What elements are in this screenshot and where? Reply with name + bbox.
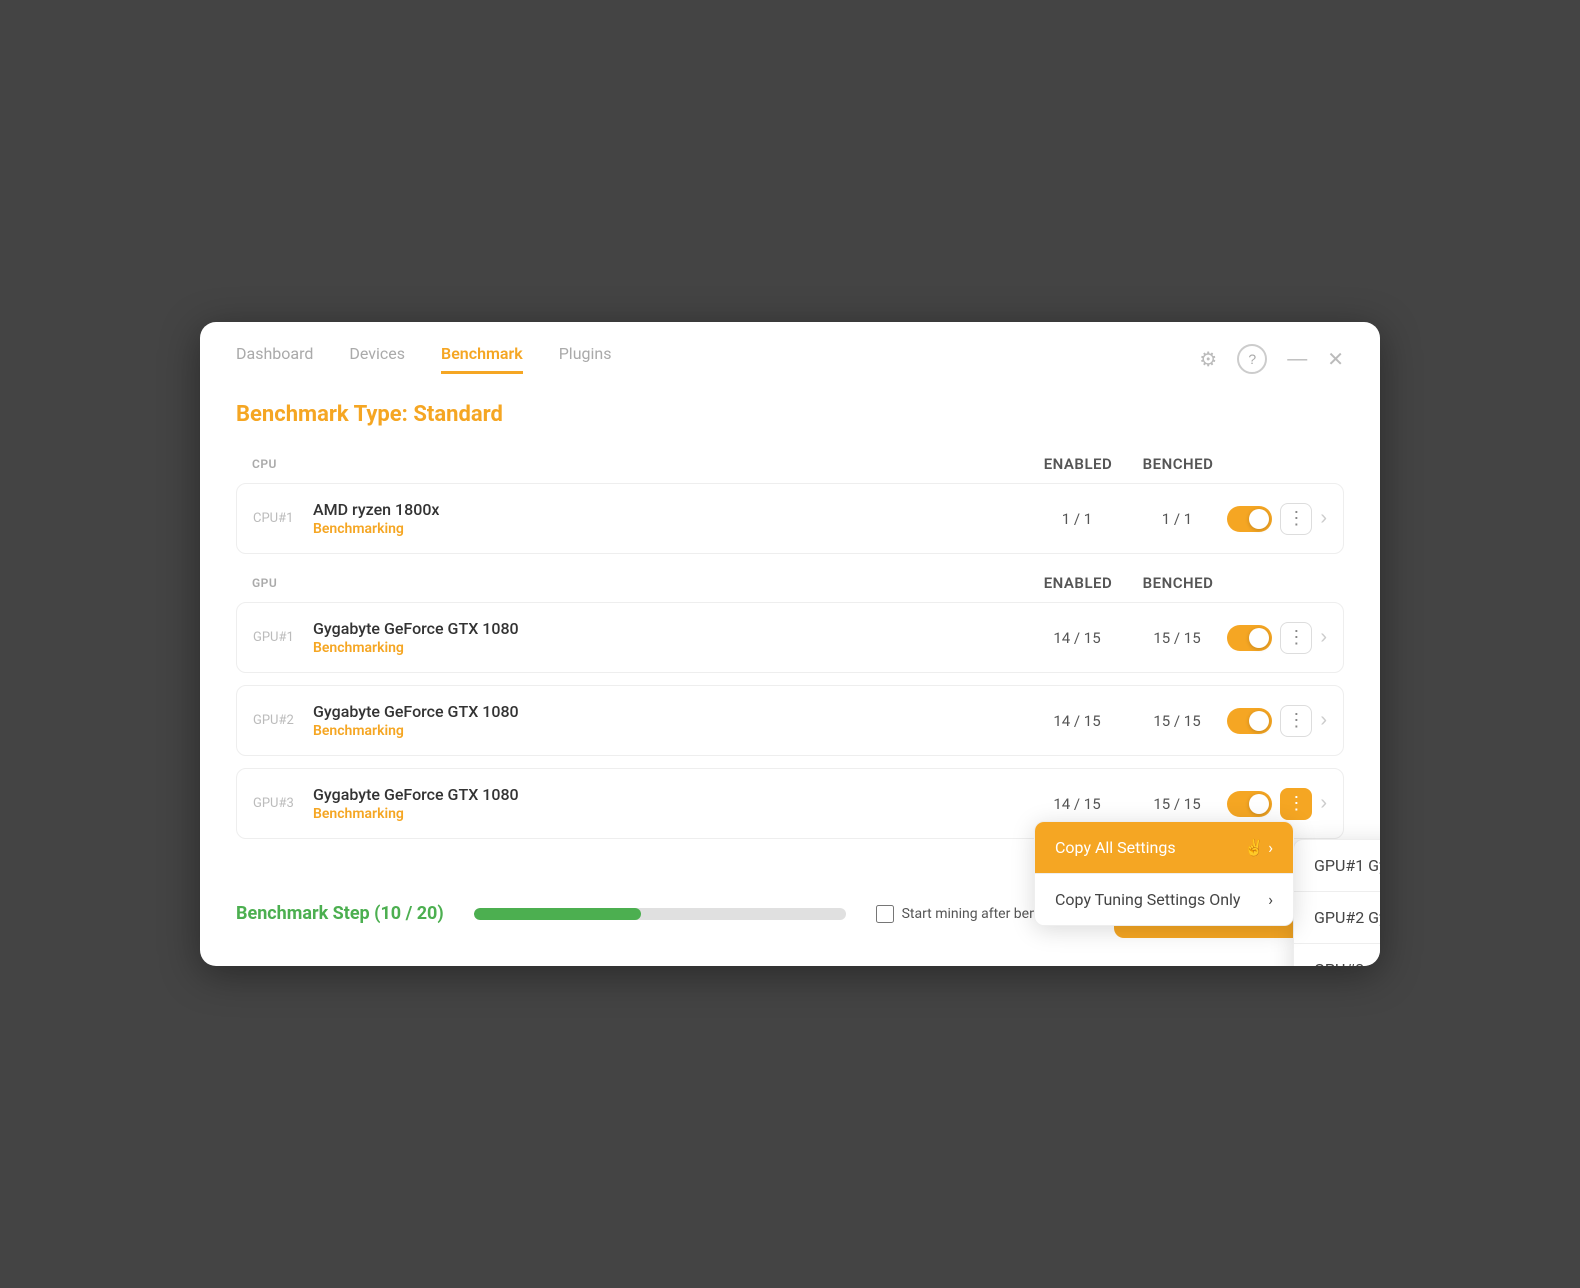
nav-tabs: Dashboard Devices Benchmark Plugins bbox=[236, 344, 611, 374]
gpu-dots-btn-2[interactable]: ⋮ bbox=[1280, 705, 1312, 737]
main-content: Benchmark Type: Standard CPU ENABLED BEN… bbox=[200, 374, 1380, 879]
cpu-benched-header: BENCHED bbox=[1128, 455, 1228, 473]
cpu-label: CPU bbox=[252, 457, 1028, 471]
header-actions: ⚙ ? — ✕ bbox=[1199, 344, 1344, 374]
gpu-status-3: Benchmarking bbox=[313, 806, 1027, 822]
copy-tuning-btn[interactable]: Copy Tuning Settings Only › bbox=[1035, 874, 1293, 925]
gpu-name-2: Gygabyte GeForce GTX 1080 bbox=[313, 702, 1027, 721]
context-item-gpu3[interactable]: GPU#3 Gygabyte GeForce ... bbox=[1294, 944, 1380, 966]
cpu-card-1: CPU#1 AMD ryzen 1800x Benchmarking 1 / 1… bbox=[236, 483, 1344, 554]
gpu-toggle-3[interactable] bbox=[1227, 791, 1272, 817]
gpu-section: GPU ENABLED BENCHED GPU#1 Gygabyte GeFor… bbox=[236, 574, 1344, 839]
gpu-status-2: Benchmarking bbox=[313, 723, 1027, 739]
gpu-section-header: GPU ENABLED BENCHED bbox=[236, 574, 1344, 592]
copy-tuning-label: Copy Tuning Settings Only bbox=[1055, 890, 1241, 909]
gpu-actions-3: ⋮ › bbox=[1227, 788, 1327, 820]
copy-tuning-chevron: › bbox=[1268, 890, 1273, 909]
minimize-button[interactable]: — bbox=[1287, 348, 1307, 371]
main-window: Dashboard Devices Benchmark Plugins ⚙ ? … bbox=[200, 322, 1380, 966]
gpu-name-3: Gygabyte GeForce GTX 1080 bbox=[313, 785, 1027, 804]
cpu-toggle-1[interactable] bbox=[1227, 506, 1272, 532]
gpu-enabled-2: 14 / 15 bbox=[1027, 712, 1127, 730]
gpu-actions-2: ⋮ › bbox=[1227, 705, 1327, 737]
gpu-benched-3: 15 / 15 bbox=[1127, 795, 1227, 813]
gpu-card-3: GPU#3 Gygabyte GeForce GTX 1080 Benchmar… bbox=[236, 768, 1344, 839]
cpu-info-1: AMD ryzen 1800x Benchmarking bbox=[313, 500, 1027, 537]
gpu-id-1: GPU#1 bbox=[253, 630, 313, 645]
progress-bar bbox=[474, 908, 846, 920]
gpu-name-1: Gygabyte GeForce GTX 1080 bbox=[313, 619, 1027, 638]
gpu-enabled-header: ENABLED bbox=[1028, 574, 1128, 592]
cpu-name-1: AMD ryzen 1800x bbox=[313, 500, 1027, 519]
tab-plugins[interactable]: Plugins bbox=[559, 344, 612, 374]
gpu-enabled-1: 14 / 15 bbox=[1027, 629, 1127, 647]
gpu-id-3: GPU#3 bbox=[253, 796, 313, 811]
cpu-status-1: Benchmarking bbox=[313, 521, 1027, 537]
gpu-id-2: GPU#2 bbox=[253, 713, 313, 728]
cpu-section-header: CPU ENABLED BENCHED bbox=[236, 455, 1344, 473]
tab-devices[interactable]: Devices bbox=[349, 344, 405, 374]
copy-all-settings-btn[interactable]: Copy All Settings ✌ › bbox=[1035, 822, 1293, 873]
start-mining-checkbox[interactable] bbox=[876, 905, 894, 923]
tab-dashboard[interactable]: Dashboard bbox=[236, 344, 313, 374]
gpu-chevron-btn-2[interactable]: › bbox=[1320, 709, 1327, 732]
copy-all-icons: ✌ › bbox=[1244, 838, 1273, 857]
context-item-gpu2[interactable]: GPU#2 Gygabyte GeForce ... bbox=[1294, 892, 1380, 943]
gpu-actions-1: ⋮ › bbox=[1227, 622, 1327, 654]
copy-all-label: Copy All Settings bbox=[1055, 838, 1176, 857]
help-button[interactable]: ? bbox=[1237, 344, 1267, 374]
cpu-dots-btn-1[interactable]: ⋮ bbox=[1280, 503, 1312, 535]
gpu-enabled-3: 14 / 15 bbox=[1027, 795, 1127, 813]
cpu-benched-1: 1 / 1 bbox=[1127, 510, 1227, 528]
cpu-actions-1: ⋮ › bbox=[1227, 503, 1327, 535]
gpu-benched-header: BENCHED bbox=[1128, 574, 1228, 592]
gpu-info-3: Gygabyte GeForce GTX 1080 Benchmarking bbox=[313, 785, 1027, 822]
gpu-benched-1: 15 / 15 bbox=[1127, 629, 1227, 647]
cpu-id-1: CPU#1 bbox=[253, 511, 313, 526]
gpu-card-2: GPU#2 Gygabyte GeForce GTX 1080 Benchmar… bbox=[236, 685, 1344, 756]
progress-bar-fill bbox=[474, 908, 641, 920]
benchmark-type-label: Benchmark Type: Standard bbox=[236, 402, 1344, 427]
gpu-label: GPU bbox=[252, 576, 1028, 590]
gpu-toggle-1[interactable] bbox=[1227, 625, 1272, 651]
header: Dashboard Devices Benchmark Plugins ⚙ ? … bbox=[200, 322, 1380, 374]
copy-submenu: Copy All Settings ✌ › Copy Tuning Settin… bbox=[1034, 821, 1294, 926]
gpu-dots-btn-1[interactable]: ⋮ bbox=[1280, 622, 1312, 654]
cpu-enabled-header: ENABLED bbox=[1028, 455, 1128, 473]
gpu-benched-2: 15 / 15 bbox=[1127, 712, 1227, 730]
context-item-gpu1[interactable]: GPU#1 Gygabyte GeForce ... bbox=[1294, 840, 1380, 891]
gpu-context-menu: GPU#1 Gygabyte GeForce ... GPU#2 Gygabyt… bbox=[1293, 839, 1380, 966]
gpu-chevron-btn-3[interactable]: › bbox=[1320, 792, 1327, 815]
gpu-info-1: Gygabyte GeForce GTX 1080 Benchmarking bbox=[313, 619, 1027, 656]
gpu-chevron-btn-1[interactable]: › bbox=[1320, 626, 1327, 649]
settings-button[interactable]: ⚙ bbox=[1199, 347, 1217, 372]
gpu-status-1: Benchmarking bbox=[313, 640, 1027, 656]
cpu-enabled-1: 1 / 1 bbox=[1027, 510, 1127, 528]
gpu-dots-btn-3[interactable]: ⋮ bbox=[1280, 788, 1312, 820]
cpu-section: CPU ENABLED BENCHED CPU#1 AMD ryzen 1800… bbox=[236, 455, 1344, 554]
tab-benchmark[interactable]: Benchmark bbox=[441, 344, 523, 374]
gpu-card-1: GPU#1 Gygabyte GeForce GTX 1080 Benchmar… bbox=[236, 602, 1344, 673]
close-button[interactable]: ✕ bbox=[1327, 347, 1344, 372]
cpu-chevron-btn-1[interactable]: › bbox=[1320, 507, 1327, 530]
gpu-toggle-2[interactable] bbox=[1227, 708, 1272, 734]
gpu-info-2: Gygabyte GeForce GTX 1080 Benchmarking bbox=[313, 702, 1027, 739]
benchmark-step-label: Benchmark Step (10 / 20) bbox=[236, 903, 444, 924]
